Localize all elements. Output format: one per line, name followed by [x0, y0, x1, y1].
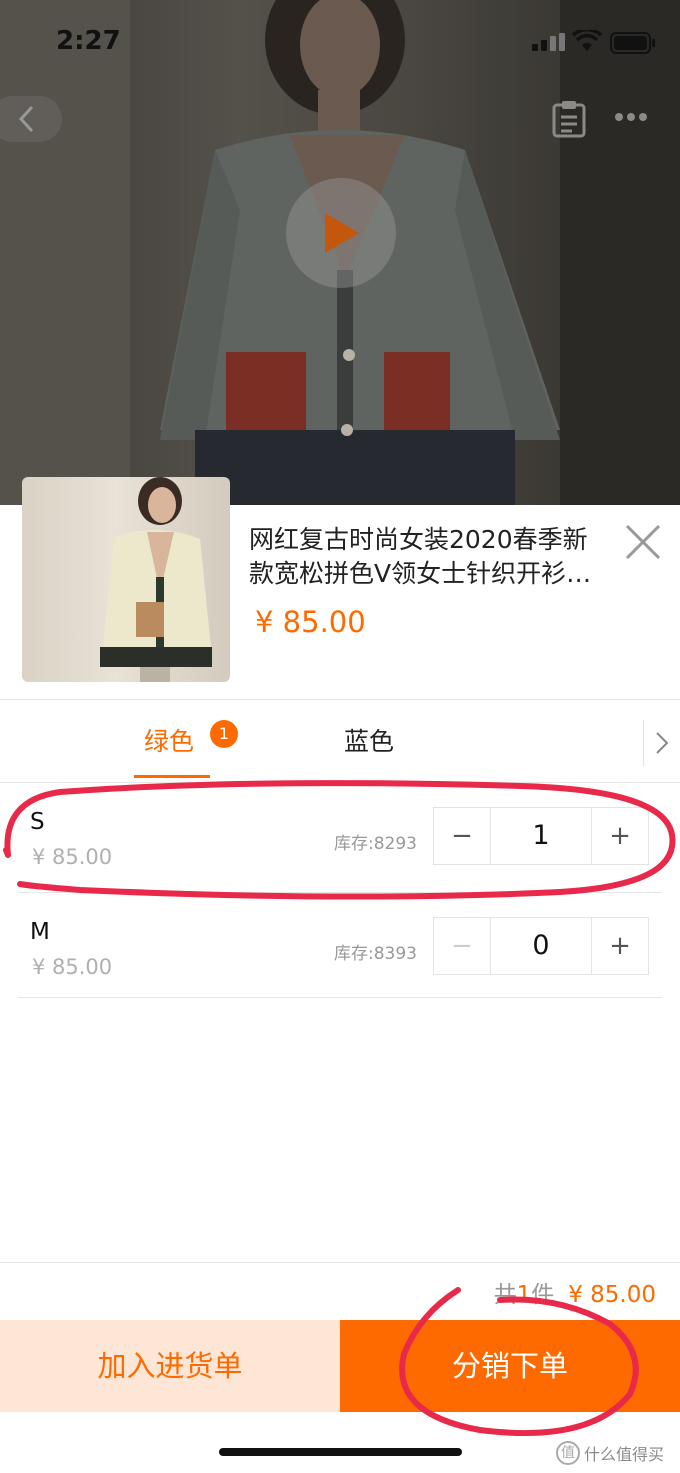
variant-stock: 库存:8393: [334, 944, 417, 964]
back-button[interactable]: [0, 96, 62, 142]
cellular-signal-icon: [532, 33, 565, 51]
battery-icon: [610, 32, 655, 54]
color-tabs: 绿色 1 蓝色: [0, 702, 680, 782]
clipboard-icon[interactable]: [552, 100, 586, 138]
watermark-logo-icon: 值: [556, 1441, 580, 1465]
place-order-button[interactable]: 分销下单: [340, 1320, 680, 1412]
watermark-text: 什么值得买: [584, 1445, 665, 1464]
tab-blue[interactable]: 蓝色: [344, 702, 394, 782]
add-to-cart-button[interactable]: 加入进货单: [0, 1320, 340, 1412]
tab-selected-underline: [134, 775, 210, 778]
divider: [18, 892, 662, 893]
quantity-stepper: − 1 +: [433, 807, 649, 865]
watermark: 值 什么值得买: [556, 1441, 664, 1465]
chevron-right-icon: [656, 732, 669, 754]
tab-badge: 1: [210, 720, 238, 748]
summary-unit: 件: [531, 1282, 555, 1308]
tab-green[interactable]: 绿色: [144, 702, 194, 782]
thumbnail-model-image: [100, 477, 212, 682]
decrement-button[interactable]: −: [434, 808, 491, 864]
quantity-value[interactable]: 0: [491, 918, 591, 974]
increment-button[interactable]: +: [591, 808, 648, 864]
chevron-left-icon: [18, 105, 34, 133]
home-indicator[interactable]: [219, 1448, 462, 1456]
status-time: 2:27: [56, 26, 121, 56]
order-summary: 共1件 ¥ 85.00: [494, 1275, 656, 1309]
play-video-button[interactable]: [286, 178, 396, 288]
product-thumbnail: [22, 477, 230, 682]
close-icon[interactable]: [622, 521, 664, 563]
variant-size: S: [30, 809, 45, 835]
product-price: ¥ 85.00: [255, 605, 366, 639]
increment-button[interactable]: +: [591, 918, 648, 974]
product-title: 网红复古时尚女装2020春季新款宽松拼色V领女士针织开衫外套: [249, 525, 592, 588]
play-icon: [325, 213, 359, 253]
divider: [0, 1262, 680, 1263]
product-photo-background: 2:27: [0, 0, 680, 505]
variant-price: ¥ 85.00: [32, 845, 113, 869]
variant-price: ¥ 85.00: [32, 955, 113, 979]
variant-row-m: M ¥ 85.00 库存:8393 − 0 +: [18, 905, 662, 1015]
quantity-value[interactable]: 1: [491, 808, 591, 864]
variant-stock: 库存:8293: [334, 834, 417, 854]
divider: [0, 699, 680, 700]
summary-prefix: 共: [493, 1282, 517, 1308]
wifi-icon: [572, 30, 602, 51]
sku-selection-sheet: 网红复古时尚女装2020春季新款宽松拼色V领女士针织开衫外套 ¥ 85.00 绿…: [0, 477, 680, 1473]
divider: [0, 782, 680, 783]
decrement-button[interactable]: −: [434, 918, 491, 974]
more-icon[interactable]: [614, 112, 648, 122]
summary-total: ¥ 85.00: [568, 1282, 656, 1308]
variant-row-s: S ¥ 85.00 库存:8293 − 1 +: [18, 795, 662, 905]
summary-count: 1: [516, 1282, 532, 1308]
variant-size: M: [30, 919, 50, 945]
quantity-stepper: − 0 +: [433, 917, 649, 975]
tab-scroll-right-button[interactable]: [643, 720, 680, 766]
divider: [18, 997, 662, 998]
status-bar: 2:27: [0, 0, 680, 80]
